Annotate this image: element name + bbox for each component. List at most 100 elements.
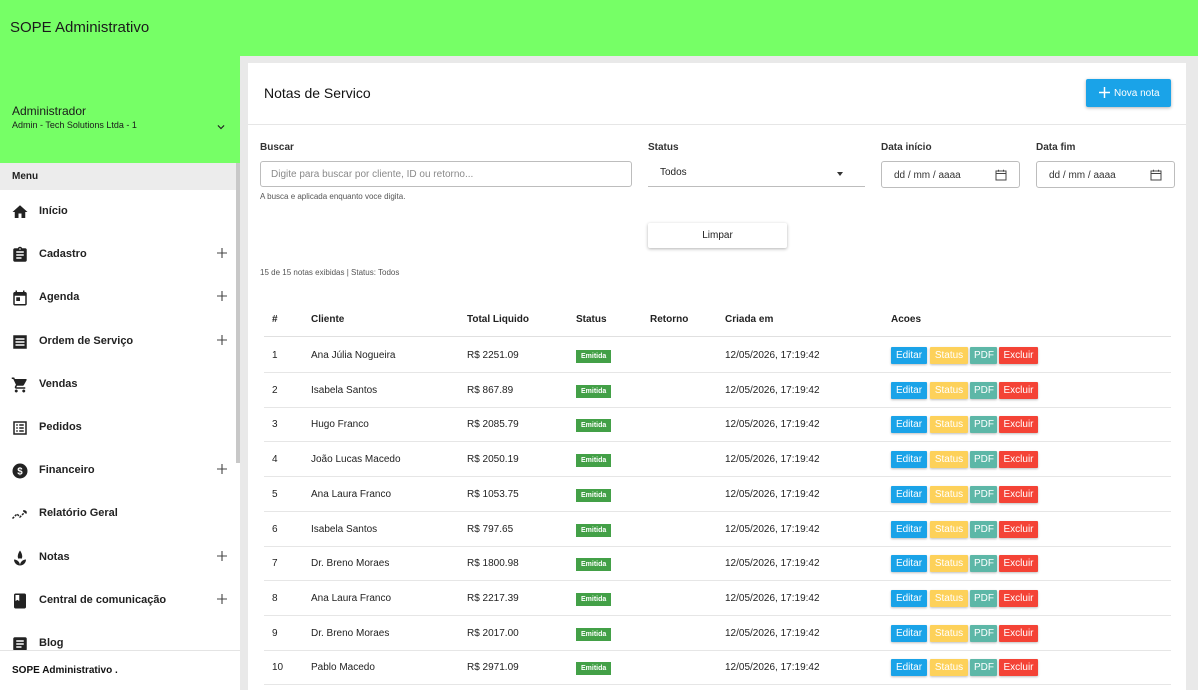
delete-button[interactable]: Excluir — [999, 624, 1038, 642]
sidebar-item-label: Pedidos — [39, 421, 82, 433]
sidebar-item-financeiro[interactable]: $ Financeiro — [0, 449, 236, 492]
edit-button[interactable]: Editar — [891, 416, 927, 434]
cell-total: R$ 2050.19 — [467, 454, 519, 466]
delete-button[interactable]: Excluir — [999, 381, 1038, 399]
table-row: 3 Hugo Franco R$ 2085.79 Emitida 12/05/2026,… — [264, 407, 1171, 443]
user-name: Administrador — [12, 104, 87, 118]
delete-button[interactable]: Excluir — [999, 451, 1038, 469]
status-button[interactable]: Status — [930, 485, 968, 503]
pdf-button[interactable]: PDF — [970, 381, 997, 399]
delete-button[interactable]: Excluir — [999, 416, 1038, 434]
sidebar-scrollbar[interactable] — [236, 163, 240, 463]
edit-button[interactable]: Editar — [891, 381, 927, 399]
menu-header-label: Menu — [12, 171, 39, 182]
edit-button[interactable]: Editar — [891, 485, 927, 503]
new-note-label: Nova nota — [1114, 88, 1160, 99]
status-button[interactable]: Status — [930, 451, 968, 469]
status-button[interactable]: Status — [930, 659, 968, 677]
cell-id: 2 — [272, 384, 278, 396]
edit-button[interactable]: Editar — [891, 451, 927, 469]
status-select-value: Todos — [660, 167, 687, 178]
clear-button[interactable]: Limpar — [648, 223, 787, 248]
search-input[interactable] — [260, 161, 632, 187]
start-date-input[interactable]: dd / mm / aaaa — [881, 161, 1020, 188]
caret-down-icon — [837, 172, 843, 176]
pdf-button[interactable]: PDF — [970, 451, 997, 469]
calendar-icon[interactable] — [1150, 169, 1162, 181]
cell-id: 4 — [272, 454, 278, 466]
table-row: 1 Ana Júlia Nogueira R$ 2251.09 Emitida 12/0… — [264, 338, 1171, 373]
table-header: # Cliente Total Liquido Status Retorno C… — [264, 304, 1171, 337]
edit-button[interactable]: Editar — [891, 589, 927, 607]
user-profile[interactable]: Administrador Admin - Tech Solutions Ltd… — [0, 56, 240, 163]
pdf-button[interactable]: PDF — [970, 659, 997, 677]
status-select[interactable]: Todos — [648, 161, 865, 187]
cell-total: R$ 2017.00 — [467, 627, 519, 639]
edit-button[interactable]: Editar — [891, 520, 927, 538]
delete-button[interactable]: Excluir — [999, 520, 1038, 538]
sidebar-item-cadastro[interactable]: Cadastro — [0, 233, 236, 276]
col-header-actions: Acoes — [891, 314, 922, 325]
status-button[interactable]: Status — [930, 520, 968, 538]
status-badge: Emitida — [576, 419, 612, 433]
dollar-icon: $ — [12, 463, 28, 479]
delete-button[interactable]: Excluir — [999, 555, 1038, 573]
pdf-button[interactable]: PDF — [970, 555, 997, 573]
card-header: Notas de Servico Nova nota — [248, 63, 1186, 125]
sidebar-item-inicio[interactable]: Início — [0, 190, 236, 233]
plus-icon[interactable] — [216, 593, 228, 605]
status-button[interactable]: Status — [930, 589, 968, 607]
chevron-down-icon[interactable] — [214, 120, 228, 134]
plus-icon[interactable] — [216, 290, 228, 302]
end-date-input[interactable]: dd / mm / aaaa — [1036, 161, 1175, 188]
cell-total: R$ 2251.09 — [467, 350, 519, 361]
cell-total: R$ 797.65 — [467, 523, 514, 535]
cell-total: R$ 1053.75 — [467, 488, 519, 500]
new-note-button[interactable]: Nova nota — [1086, 79, 1171, 107]
pdf-button[interactable]: PDF — [970, 347, 997, 364]
cell-client: Dr. Breno Moraes — [311, 558, 390, 570]
status-button[interactable]: Status — [930, 347, 968, 364]
pdf-button[interactable]: PDF — [970, 520, 997, 538]
search-label: Buscar — [260, 142, 294, 153]
delete-button[interactable]: Excluir — [999, 659, 1038, 677]
status-button[interactable]: Status — [930, 416, 968, 434]
status-button[interactable]: Status — [930, 381, 968, 399]
delete-button[interactable]: Excluir — [999, 485, 1038, 503]
sidebar-item-agenda[interactable]: Agenda — [0, 276, 236, 319]
sidebar-item-central-de-comunicacao[interactable]: Central de comunicação — [0, 579, 236, 622]
search-hint: A busca e aplicada enquanto voce digita. — [260, 192, 406, 201]
edit-button[interactable]: Editar — [891, 347, 927, 364]
table-row: 6 Isabela Santos R$ 797.65 Emitida 12/05/202… — [264, 512, 1171, 547]
start-date-label: Data início — [881, 142, 932, 153]
sidebar-item-relatorio-geral[interactable]: Relatório Geral — [0, 492, 236, 535]
edit-button[interactable]: Editar — [891, 555, 927, 573]
plus-icon[interactable] — [216, 463, 228, 475]
spa-icon — [14, 550, 26, 566]
calendar-icon[interactable] — [995, 169, 1007, 181]
plus-icon[interactable] — [216, 550, 228, 562]
delete-button[interactable]: Excluir — [999, 589, 1038, 607]
sidebar-item-pedidos[interactable]: Pedidos — [0, 406, 236, 449]
pdf-button[interactable]: PDF — [970, 416, 997, 434]
table-row: 8 Ana Laura Franco R$ 2217.39 Emitida 12/05/… — [264, 581, 1171, 616]
menu-header: Menu — [0, 163, 236, 190]
plus-icon[interactable] — [216, 247, 228, 259]
pdf-button[interactable]: PDF — [970, 485, 997, 503]
table-row: 9 Dr. Breno Moraes R$ 2017.00 Emitida 12/05/… — [264, 616, 1171, 651]
sidebar-item-notas[interactable]: Notas — [0, 536, 236, 579]
plus-icon[interactable] — [216, 334, 228, 346]
delete-button[interactable]: Excluir — [999, 347, 1038, 364]
app-title: SOPE Administrativo — [10, 19, 150, 36]
status-button[interactable]: Status — [930, 624, 968, 642]
pdf-button[interactable]: PDF — [970, 624, 997, 642]
status-button[interactable]: Status — [930, 555, 968, 573]
sidebar-item-vendas[interactable]: Vendas — [0, 363, 236, 406]
pdf-button[interactable]: PDF — [970, 589, 997, 607]
sidebar-item-ordem-de-servico[interactable]: Ordem de Serviço — [0, 320, 236, 363]
cell-client: João Lucas Macedo — [311, 454, 401, 466]
edit-button[interactable]: Editar — [891, 624, 927, 642]
sidebar-item-label: Financeiro — [39, 464, 95, 477]
edit-button[interactable]: Editar — [891, 659, 927, 677]
cell-total: R$ 2217.39 — [467, 592, 519, 604]
